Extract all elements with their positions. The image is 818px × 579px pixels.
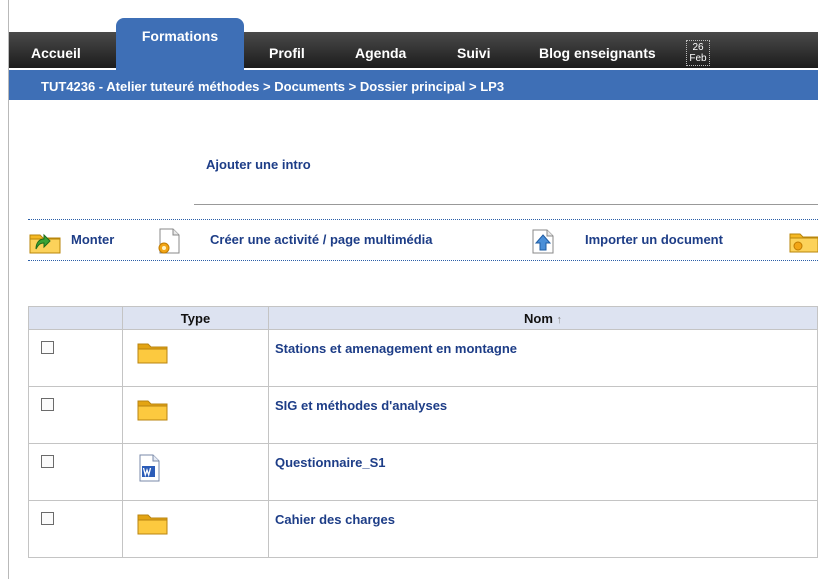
row-checkbox[interactable]: [41, 455, 54, 468]
upload-document-icon[interactable]: [528, 226, 558, 256]
folder-icon[interactable]: [137, 340, 169, 364]
breadcrumb-documents[interactable]: Documents: [274, 79, 345, 94]
header-select: [28, 306, 123, 330]
document-toolbar: Monter Créer une activité / page multimé…: [28, 219, 818, 261]
header-name-label: Nom: [523, 310, 553, 326]
date-badge: 26 Feb: [686, 40, 710, 66]
table-row: Stations et amenagement en montagne: [28, 329, 818, 387]
folder-icon[interactable]: [137, 397, 169, 421]
nav-item-profil[interactable]: Profil: [269, 45, 305, 61]
header-name[interactable]: Nom ↑: [268, 306, 818, 330]
table-row: Cahier des charges: [28, 500, 818, 558]
table-row: Questionnaire_S1: [28, 443, 818, 501]
breadcrumb-dossier-principal[interactable]: Dossier principal: [360, 79, 465, 94]
breadcrumb-lp3[interactable]: LP3: [480, 79, 504, 94]
row-name-link[interactable]: Cahier des charges: [268, 500, 818, 558]
breadcrumb: TUT4236 - Atelier tuteuré méthodes > Doc…: [9, 70, 818, 100]
sort-arrow-icon: ↑: [556, 313, 563, 326]
row-name-link[interactable]: Stations et amenagement en montagne: [268, 329, 818, 387]
folder-icon[interactable]: [137, 511, 169, 535]
row-type-cell: [122, 329, 269, 387]
breadcrumb-separator: >: [263, 79, 271, 94]
create-activity-button[interactable]: Créer une activité / page multimédia: [210, 232, 433, 247]
new-page-icon[interactable]: [154, 226, 184, 256]
nav-item-agenda[interactable]: Agenda: [355, 45, 406, 61]
row-type-cell: [122, 443, 269, 501]
up-level-button[interactable]: Monter: [71, 232, 114, 247]
row-checkbox[interactable]: [41, 341, 54, 354]
date-month: Feb: [689, 53, 707, 64]
document-table: Type Nom ↑ Stations et amenagement en mo…: [28, 306, 818, 558]
header-type[interactable]: Type: [122, 306, 269, 330]
row-select-cell: [28, 443, 123, 501]
word-document-icon[interactable]: [137, 454, 161, 482]
nav-item-blog-enseignants[interactable]: Blog enseignants: [539, 45, 656, 61]
row-checkbox[interactable]: [41, 512, 54, 525]
breadcrumb-separator: >: [469, 79, 477, 94]
row-type-cell: [122, 500, 269, 558]
add-intro-link[interactable]: Ajouter une intro: [206, 157, 311, 172]
row-select-cell: [28, 386, 123, 444]
import-document-button[interactable]: Importer un document: [585, 232, 723, 247]
row-name-link[interactable]: Questionnaire_S1: [268, 443, 818, 501]
nav-item-accueil[interactable]: Accueil: [31, 45, 81, 61]
breadcrumb-separator: >: [348, 79, 357, 94]
row-type-cell: [122, 386, 269, 444]
nav-item-suivi[interactable]: Suivi: [457, 45, 490, 61]
intro-divider: [194, 204, 818, 205]
row-select-cell: [28, 500, 123, 558]
table-header-row: Type Nom ↑: [28, 306, 818, 330]
row-select-cell: [28, 329, 123, 387]
folder-up-icon[interactable]: [28, 227, 64, 255]
breadcrumb-course[interactable]: TUT4236 - Atelier tuteuré méthodes: [41, 79, 259, 94]
folder-gear-icon[interactable]: [788, 228, 818, 254]
date-day: 26: [692, 42, 704, 53]
nav-item-formations[interactable]: Formations: [116, 18, 244, 70]
table-row: SIG et méthodes d'analyses: [28, 386, 818, 444]
row-checkbox[interactable]: [41, 398, 54, 411]
row-name-link[interactable]: SIG et méthodes d'analyses: [268, 386, 818, 444]
